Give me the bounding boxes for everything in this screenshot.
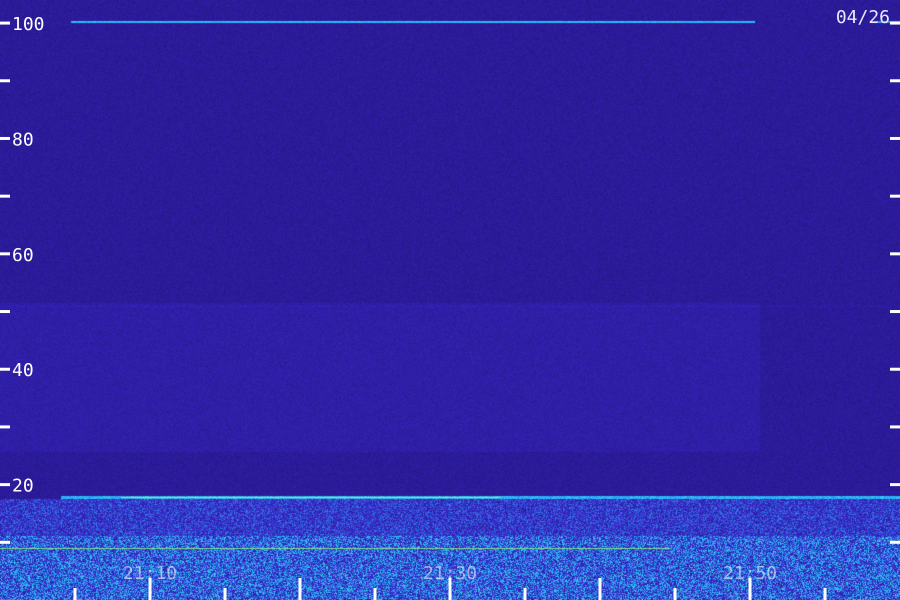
x-tick-label: 21:10 [123,563,177,584]
y-tick-label: 40 [12,360,34,381]
x-axis: 21:10 21:30 21:50 [73,563,827,600]
y-tick-label: 80 [12,129,34,150]
y-tick-label: 60 [12,245,34,266]
x-tick-label: 21:30 [423,563,477,584]
x-tick-label: 21:50 [723,563,777,584]
spectrogram: 20 40 60 80 100 21:10 21:30 21:50 04/26 [0,0,900,600]
y-axis: 20 40 60 80 100 [0,14,900,544]
chart-overlay: 20 40 60 80 100 21:10 21:30 21:50 04/26 [0,7,900,600]
y-tick-label: 100 [12,14,45,35]
y-tick-label: 20 [12,476,34,497]
date-label: 04/26 [836,7,890,28]
